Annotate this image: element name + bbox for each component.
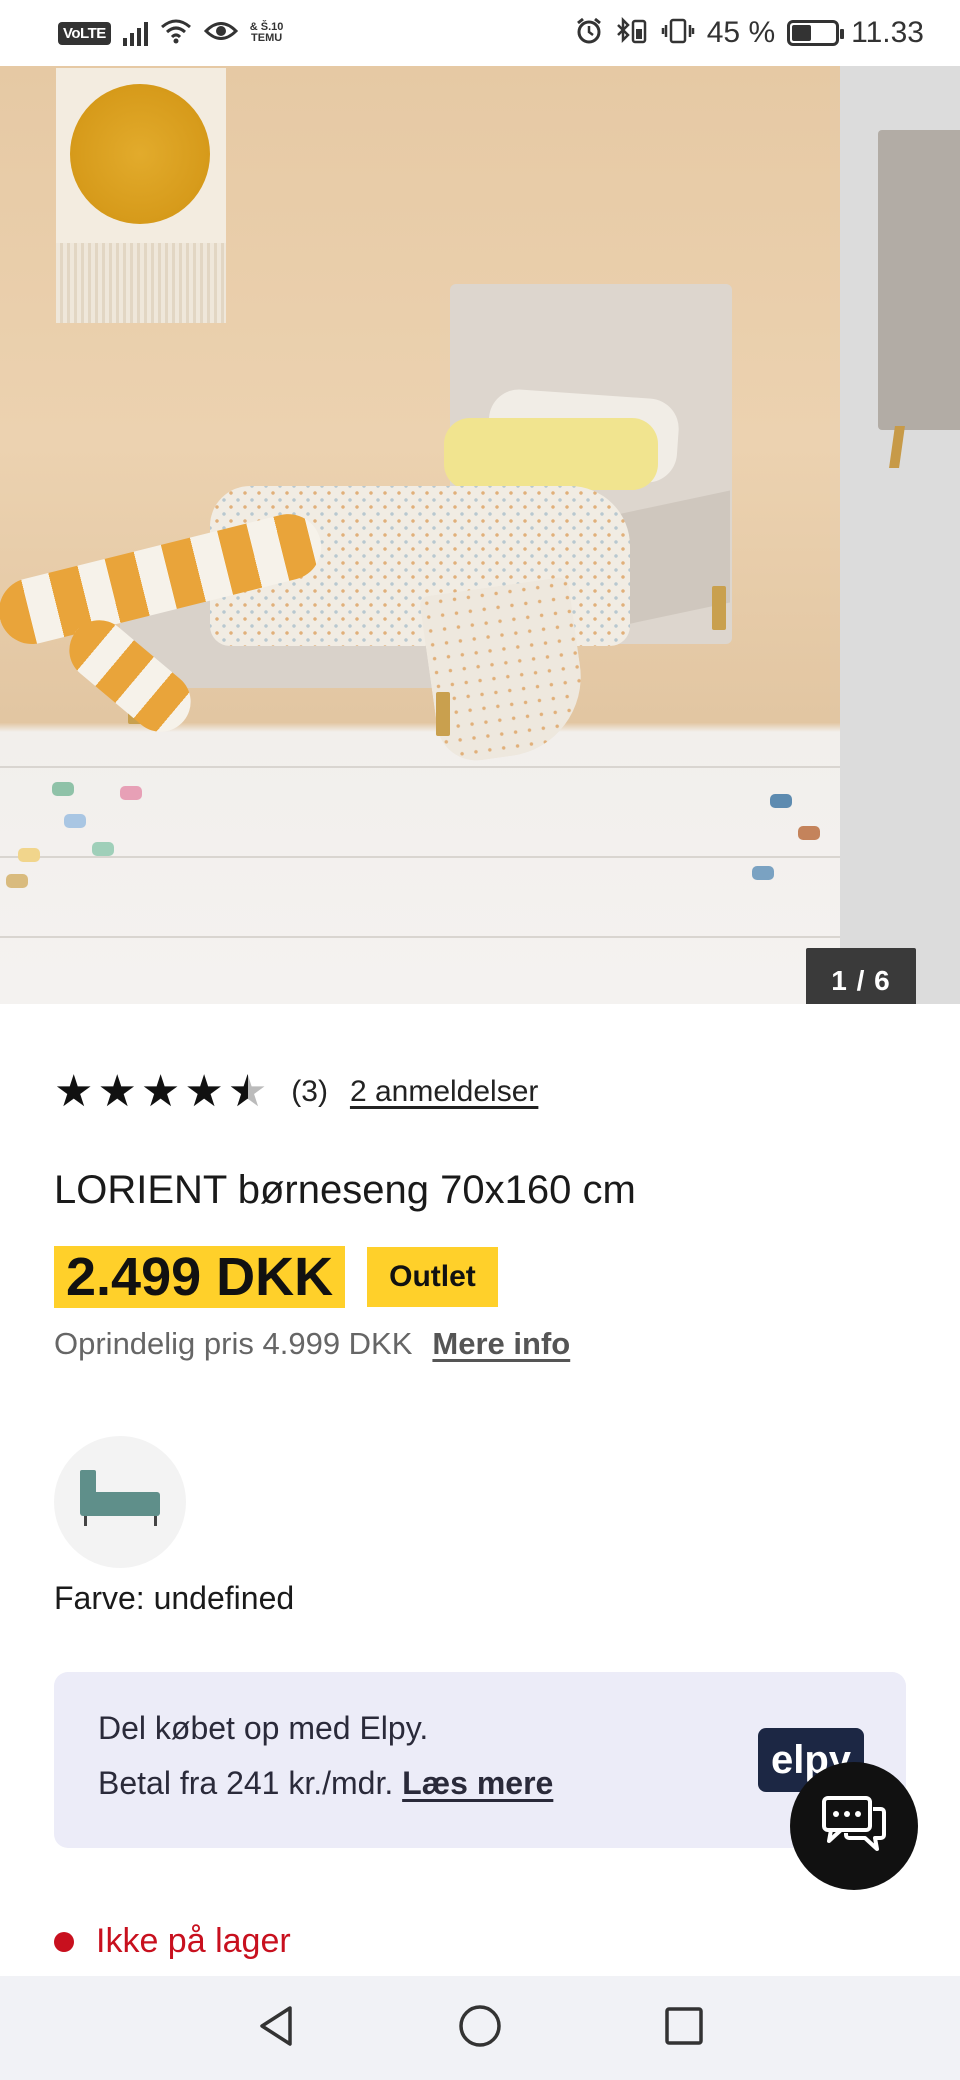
image-counter: 1 / 6 [806,948,916,1004]
vibrate-icon [661,17,695,50]
product-image-next[interactable] [840,66,960,1004]
original-price-row: Oprindelig pris 4.999 DKK Mere info [54,1326,570,1362]
toy-block [52,782,74,796]
bed-leg [712,586,726,630]
status-bar: VoLTE & Š.10 TEMU 45 % 11.33 [0,0,960,66]
product-image-main[interactable] [0,66,840,1004]
volte-icon: VoLTE [58,21,111,45]
pillow-yellow [444,418,658,490]
toy-piece [752,866,774,880]
next-image-leg [889,426,905,468]
read-more-link[interactable]: Læs mere [402,1765,553,1801]
next-image-bed [878,130,960,430]
battery-percent: 45 % [706,16,776,49]
outlet-badge: Outlet [367,1247,498,1307]
recents-button[interactable] [582,1976,786,2080]
home-button[interactable] [378,1976,582,2080]
stock-text: Ikke på lager [96,1922,291,1960]
toy-piece [770,794,792,808]
back-icon [256,2004,296,2053]
star-icon: ★ [54,1067,94,1116]
rating-count: (3) [291,1075,328,1108]
toy-block [18,848,40,862]
price: 2.499 DKK [54,1246,346,1308]
status-right: 45 % 11.33 [575,16,924,50]
color-label: Farve: undefined [54,1580,295,1616]
bed-leg [436,692,450,736]
chat-button[interactable] [790,1762,918,1890]
financing-banner: Del købet op med Elpy. Betal fra 241 kr.… [54,1672,906,1848]
wall-tapestry-image [56,68,226,323]
star-icon: ★ [184,1067,224,1116]
product-title: LORIENT børneseng 70x160 cm [54,1168,636,1212]
stock-status: Ikke på lager [54,1922,291,1961]
price-row: 2.499 DKK Outlet [54,1246,498,1308]
financing-monthly: Betal fra 241 kr./mdr. [98,1765,394,1801]
system-nav-bar [0,1976,960,2080]
toy-piece [798,826,820,840]
alarm-icon [575,17,603,50]
home-icon [457,2003,503,2054]
bluetooth-battery-icon [615,16,649,50]
reviews-link[interactable]: 2 anmeldelser [350,1075,538,1109]
star-rating: ★ ★ ★ ★ ★ [54,1067,267,1116]
toy-block [120,786,142,800]
star-icon: ★ [140,1067,181,1116]
toy-block [92,842,114,856]
eye-icon [203,19,238,47]
wifi-icon [160,18,192,49]
financing-line2: Betal fra 241 kr./mdr. Læs mere [98,1765,862,1802]
battery-icon [787,20,845,46]
status-left: VoLTE & Š.10 TEMU [58,18,283,49]
tapestry-sun [70,84,210,224]
temu-line2: TEMU [251,32,283,44]
toy-block [6,874,28,888]
product-image-gallery[interactable]: 1 / 6 [0,66,960,1004]
signal-icon [122,20,148,46]
battery-fill [792,25,812,41]
clock: 11.33 [851,16,924,49]
floor-line [0,936,840,938]
chat-icon [821,1795,887,1858]
back-button[interactable] [174,1976,378,2080]
half-star-icon: ★ [228,1070,267,1115]
duvet-drape [418,576,592,766]
star-icon: ★ [97,1067,137,1116]
original-price: Oprindelig pris 4.999 DKK [54,1326,413,1361]
recents-icon [663,2005,705,2052]
swatch-bed-icon [80,1492,160,1516]
toy-block [64,814,86,828]
financing-line1: Del købet op med Elpy. [98,1710,429,1746]
temu-notification-icon: & Š.10 TEMU [250,22,284,44]
stock-dot-icon [54,1931,74,1952]
swatch-bed-leg [84,1516,87,1526]
rating-row: ★ ★ ★ ★ ★ (3) 2 anmeldelser [54,1067,538,1116]
swatch-bed-leg [154,1516,157,1526]
floor-line [0,766,840,768]
floor-line [0,856,840,858]
tapestry-fringe [56,243,226,323]
color-swatch[interactable] [54,1436,186,1568]
more-info-link[interactable]: Mere info [432,1326,570,1362]
